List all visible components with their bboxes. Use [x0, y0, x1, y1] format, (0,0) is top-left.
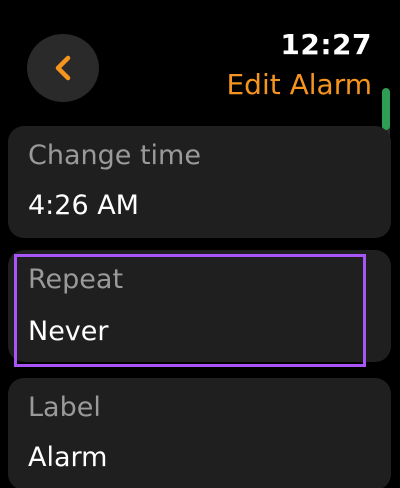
back-button[interactable] — [27, 34, 99, 102]
label-value: Alarm — [28, 442, 108, 473]
label-row[interactable]: Label Alarm — [8, 378, 391, 488]
chevron-left-icon — [55, 55, 71, 81]
label-label: Label — [28, 392, 101, 423]
page-title: Edit Alarm — [226, 68, 372, 101]
status-time: 12:27 — [280, 28, 372, 61]
change-time-value: 4:26 AM — [28, 190, 139, 221]
change-time-row[interactable]: Change time 4:26 AM — [8, 126, 391, 238]
scroll-thumb[interactable] — [382, 88, 390, 130]
focus-highlight — [14, 254, 366, 367]
change-time-label: Change time — [28, 140, 201, 171]
alarm-edit-screen: 12:27 Edit Alarm Change time 4:26 AM Rep… — [0, 0, 400, 488]
